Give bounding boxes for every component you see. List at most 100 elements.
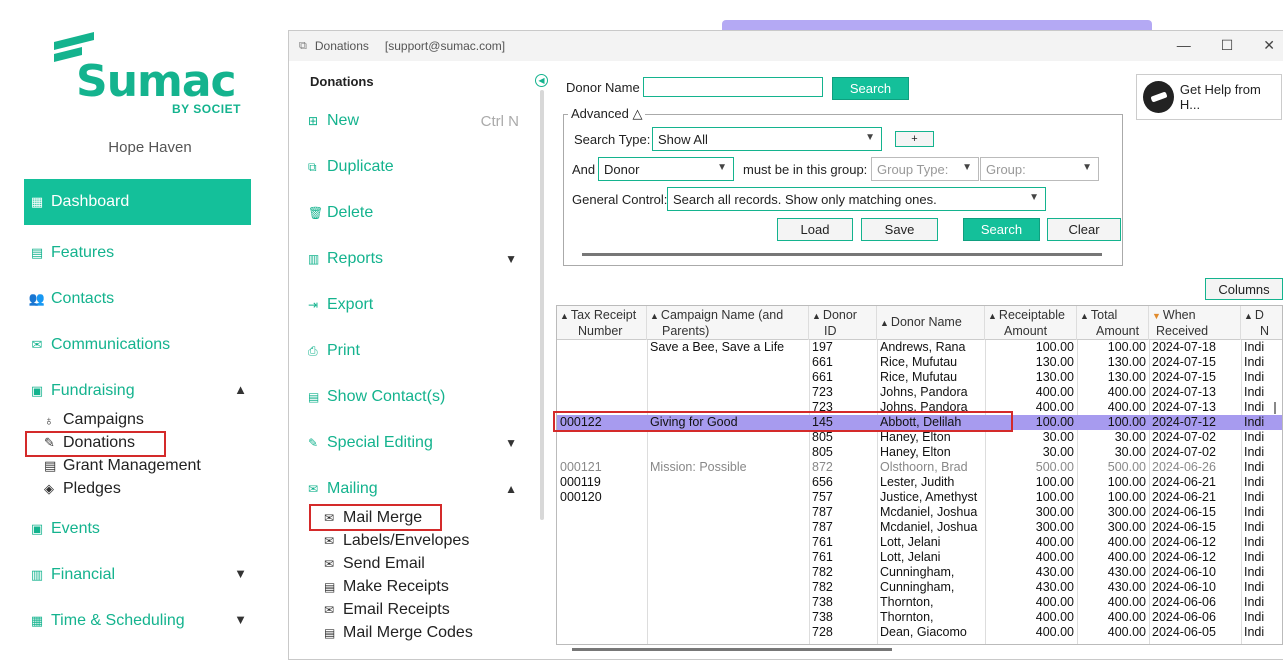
table-cell: 100.00 — [1035, 475, 1074, 489]
table-row[interactable]: 728 Dean, Giacomo 400.00 400.00 2024-06-05 In… — [557, 625, 1282, 640]
sort-up-icon: ▲ — [560, 311, 569, 321]
table-row[interactable]: 723 Johns, Pandora 400.00 400.00 2024-07-13 I… — [557, 385, 1282, 400]
table-cell: 130.00 — [1035, 355, 1074, 369]
table-row[interactable]: 738 Thornton, 400.00 400.00 2024-06-06 Indi — [557, 595, 1282, 610]
table-cell — [558, 580, 646, 595]
nav-communications[interactable]: ✉ Communications — [24, 322, 251, 368]
group-select[interactable]: Group: ▼ — [980, 157, 1099, 181]
nav-contacts[interactable]: 👥 Contacts — [24, 276, 251, 322]
table-row[interactable]: 787 Mcdaniel, Joshua 300.00 300.00 2024-06-1… — [557, 505, 1282, 520]
menu-new[interactable]: ⊞ New Ctrl N — [308, 108, 523, 134]
window-account: [support@sumac.com] — [384, 39, 506, 53]
receipt-icon: ▤ — [324, 580, 336, 594]
menu-print-label: Print — [327, 342, 360, 359]
table-row[interactable]: 787 Mcdaniel, Joshua 300.00 300.00 2024-06-1… — [557, 520, 1282, 535]
col-donor-id[interactable]: ▲ Donor ID — [809, 306, 877, 340]
nav-grant-management[interactable]: ▤ Grant Management — [44, 455, 201, 477]
table-cell: Cunningham, — [880, 580, 955, 594]
donor-name-input[interactable] — [643, 77, 823, 97]
col-extra[interactable]: ▲ D N — [1241, 306, 1282, 340]
table-cell: 2024-06-05 — [1152, 625, 1216, 639]
menu-special-editing[interactable]: ✎ Special Editing ▼ — [308, 430, 523, 456]
col-tax-receipt[interactable]: ▲ Tax Receipt Number — [557, 306, 647, 340]
nav-pledges[interactable]: ◈ Pledges — [44, 478, 121, 500]
nav-events[interactable]: ▣ Events — [24, 506, 251, 552]
and-select[interactable]: Donor ▼ — [598, 157, 734, 181]
table-cell: 738 — [812, 595, 833, 609]
load-button[interactable]: Load — [777, 218, 853, 241]
table-row[interactable]: 000119 656 Lester, Judith 100.00 100.00 2024-… — [557, 475, 1282, 490]
nav-features[interactable]: ▤ Features — [24, 230, 251, 276]
menu-scrollbar[interactable] — [540, 90, 544, 520]
table-cell — [558, 430, 646, 445]
col-receiptable[interactable]: ▲ Receiptable Amount — [985, 306, 1077, 340]
nav-donations[interactable]: ✎ Donations — [44, 432, 135, 454]
clear-button[interactable]: Clear — [1047, 218, 1121, 241]
nav-campaigns[interactable]: ♁ Campaigns — [44, 409, 144, 431]
menu-duplicate[interactable]: ⧉ Duplicate — [308, 154, 523, 180]
menu-mailing[interactable]: ✉ Mailing ▲ — [308, 476, 523, 502]
menu-mail-merge[interactable]: ✉ Mail Merge — [324, 507, 422, 529]
collapse-panel-icon[interactable]: ◀ — [535, 74, 548, 87]
menu-delete[interactable]: 🗑 Delete — [308, 200, 523, 226]
table-row[interactable]: 782 Cunningham, 430.00 430.00 2024-06-10 Indi — [557, 565, 1282, 580]
maximize-icon[interactable]: ☐ — [1221, 37, 1234, 54]
chevron-down-icon: ▼ — [717, 162, 727, 173]
table-scroll-thumb[interactable] — [1274, 402, 1276, 414]
table-row[interactable]: 723 Johns, Pandora 400.00 400.00 2024-07-13 I… — [557, 400, 1282, 415]
table-row[interactable]: 661 Rice, Mufutau 130.00 130.00 2024-07-15 In… — [557, 355, 1282, 370]
table-row[interactable]: 000121 Mission: Possible 872 Olsthoorn, Bra… — [557, 460, 1282, 475]
menu-print[interactable]: ⎙ Print — [308, 338, 523, 364]
col-campaign[interactable]: ▲ Campaign Name (and Parents) — [647, 306, 809, 340]
table-cell: 2024-07-02 — [1152, 445, 1216, 459]
table-row[interactable]: Save a Bee, Save a Life 197 Andrews, Rana 1… — [557, 340, 1282, 355]
nav-time-scheduling[interactable]: ▦ Time & Scheduling ▼ — [24, 598, 251, 644]
minimize-icon[interactable]: — — [1177, 37, 1191, 54]
menu-export[interactable]: ⇥ Export — [308, 292, 523, 318]
search-type-label: Search Type: — [574, 132, 651, 147]
nav-financial[interactable]: ▥ Financial ▼ — [24, 552, 251, 598]
nav-dashboard[interactable]: ▦ Dashboard — [24, 179, 251, 225]
table-row[interactable]: 661 Rice, Mufutau 130.00 130.00 2024-07-15 In… — [557, 370, 1282, 385]
general-control-select[interactable]: Search all records. Show only matching o… — [667, 187, 1046, 211]
menu-reports[interactable]: ▥ Reports ▼ — [308, 246, 523, 272]
menu-email-receipts[interactable]: ✉ Email Receipts — [324, 599, 450, 621]
advanced-search-button[interactable]: Search — [963, 218, 1040, 241]
col-when-received[interactable]: ▼ When Received — [1149, 306, 1241, 340]
close-icon[interactable]: ✕ — [1263, 37, 1275, 54]
table-row[interactable]: 000120 757 Justice, Amethyst 100.00 100.00 20… — [557, 490, 1282, 505]
col-donor-name[interactable]: ▲ Donor Name — [877, 306, 985, 340]
table-cell: 2024-06-21 — [1152, 490, 1216, 504]
group-type-select[interactable]: Group Type: ▼ — [871, 157, 979, 181]
col-total[interactable]: ▲ Total Amount — [1077, 306, 1149, 340]
search-button[interactable]: Search — [832, 77, 909, 100]
get-help-button[interactable]: Get Help from H... — [1136, 74, 1282, 120]
col-tax-line1: Tax Receipt — [570, 308, 637, 322]
table-row[interactable]: 805 Haney, Elton 30.00 30.00 2024-07-02 Indi — [557, 430, 1282, 445]
table-cell: 2024-06-12 — [1152, 550, 1216, 564]
search-type-select[interactable]: Show All ▼ — [652, 127, 882, 151]
chevron-down-icon: ▼ — [505, 436, 517, 450]
group-placeholder: Group: — [986, 161, 1026, 177]
table-row[interactable]: 782 Cunningham, 430.00 430.00 2024-06-10 Indi — [557, 580, 1282, 595]
save-button[interactable]: Save — [861, 218, 938, 241]
menu-make-receipts[interactable]: ▤ Make Receipts — [324, 576, 449, 598]
table-row[interactable]: 761 Lott, Jelani 400.00 400.00 2024-06-12 Ind… — [557, 550, 1282, 565]
table-row[interactable]: 761 Lott, Jelani 400.00 400.00 2024-06-12 Ind… — [557, 535, 1282, 550]
table-row[interactable]: 000122 Giving for Good 145 Abbott, Delilah 1… — [557, 415, 1282, 430]
table-row[interactable]: 805 Haney, Elton 30.00 30.00 2024-07-02 Indi — [557, 445, 1282, 460]
menu-send-email[interactable]: ✉ Send Email — [324, 553, 425, 575]
table-cell — [558, 625, 646, 640]
table-horizontal-scrollbar[interactable] — [572, 648, 892, 651]
table-row[interactable]: 738 Thornton, 400.00 400.00 2024-06-06 Indi — [557, 610, 1282, 625]
advanced-toggle[interactable]: Advanced △ — [568, 106, 646, 122]
menu-mail-merge-codes[interactable]: ▤ Mail Merge Codes — [324, 622, 473, 644]
advanced-scrollbar[interactable] — [582, 253, 1102, 256]
columns-button[interactable]: Columns — [1205, 278, 1283, 300]
menu-labels-envelopes[interactable]: ✉ Labels/Envelopes — [324, 530, 469, 552]
nav-fundraising[interactable]: ▣ Fundraising ▲ — [24, 368, 251, 414]
menu-show-contacts[interactable]: ▤ Show Contact(s) — [308, 384, 523, 410]
add-criteria-button[interactable]: + — [895, 131, 934, 147]
nav-donations-label: Donations — [63, 434, 136, 451]
table-cell: 661 — [812, 370, 833, 384]
